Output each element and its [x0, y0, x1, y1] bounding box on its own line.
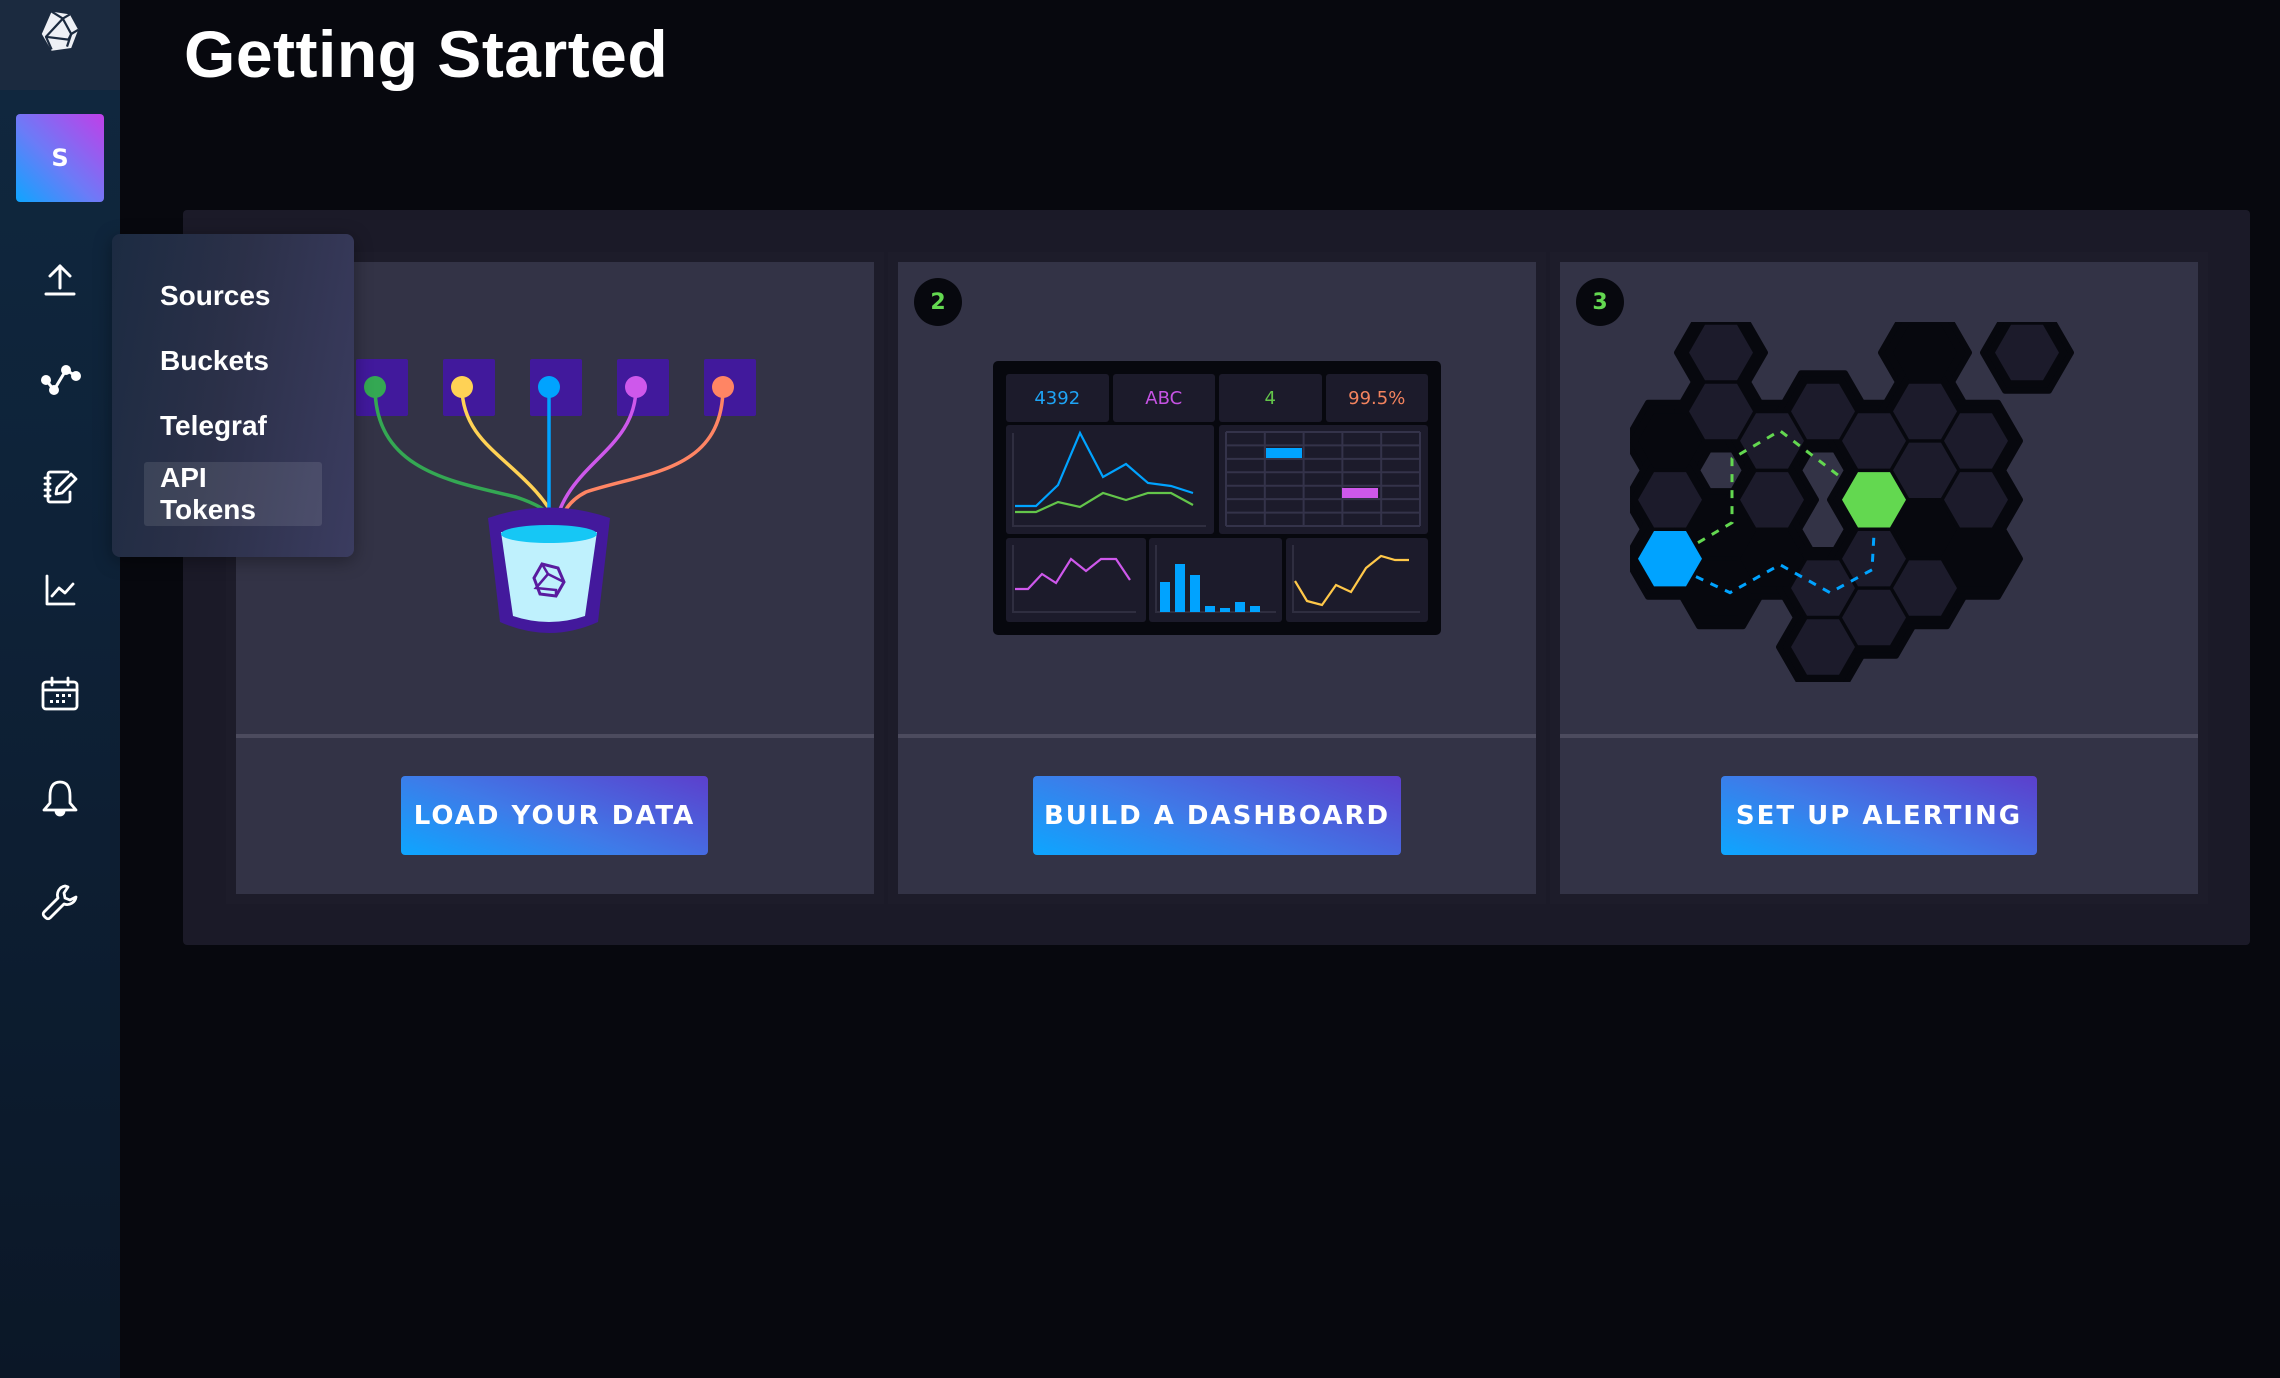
set-up-alerting-button[interactable]: SET UP ALERTING [1721, 776, 2037, 855]
stat-value: 4392 [1034, 387, 1081, 409]
app-root: S Getting Started LOAD YOUR DATA 2 4392 … [0, 0, 2280, 1378]
small-line-graph-panel [1006, 538, 1146, 622]
card-build-dashboard: 2 4392 ABC 4 99.5% BUILD A DASHBOARD [898, 262, 1536, 894]
dashboard-preview-illustration: 4392 ABC 4 99.5% [993, 361, 1441, 635]
org-avatar[interactable]: S [16, 114, 104, 202]
step-badge: 3 [1576, 278, 1624, 326]
stat-value: 4 [1264, 387, 1276, 409]
load-your-data-button[interactable]: LOAD YOUR DATA [401, 776, 708, 855]
bucket-icon [488, 507, 610, 633]
menu-item-telegraf[interactable]: Telegraf [144, 394, 283, 458]
graph-nodes-icon [41, 365, 81, 395]
yellow-line-graph-panel [1286, 538, 1428, 622]
nav-load-data[interactable] [30, 248, 90, 308]
card-divider [898, 734, 1536, 738]
line-chart-icon [45, 574, 76, 606]
nav-data-explorer[interactable] [30, 352, 90, 412]
menu-item-api-tokens[interactable]: API Tokens [144, 462, 322, 526]
stat-cell: ABC [1112, 374, 1215, 422]
line-graph-panel [1006, 425, 1214, 534]
stat-value: ABC [1145, 387, 1183, 409]
influx-cube-logo-icon [41, 10, 79, 51]
calendar-icon [41, 676, 79, 711]
avatar-initial: S [51, 144, 69, 172]
upload-icon [44, 264, 76, 296]
sidebar: S [0, 0, 120, 1378]
bucket-data-sources-illustration [356, 359, 756, 633]
stat-cell: 99.5% [1325, 374, 1428, 422]
step-badge: 2 [914, 278, 962, 326]
nav-dashboards[interactable] [30, 560, 90, 620]
menu-item-buckets[interactable]: Buckets [144, 329, 285, 393]
menu-item-sources[interactable]: Sources [144, 264, 287, 328]
notebook-pencil-icon [43, 470, 78, 504]
wrench-icon [41, 884, 78, 921]
nav-tasks[interactable] [30, 664, 90, 724]
bell-icon [42, 780, 78, 817]
stat-value: 99.5% [1348, 387, 1406, 409]
hexagon-alert-illustration [1630, 322, 2074, 682]
build-a-dashboard-button[interactable]: BUILD A DASHBOARD [1033, 776, 1401, 855]
card-set-up-alerting: 3 SET UP ALERTING [1560, 262, 2198, 894]
nav-notebooks[interactable] [30, 456, 90, 516]
load-data-menu: Sources Buckets Telegraf API Tokens [112, 234, 354, 557]
page-title: Getting Started [184, 17, 669, 91]
logo[interactable] [0, 0, 120, 90]
stat-cell: 4 [1219, 374, 1322, 422]
stat-cell: 4392 [1006, 374, 1109, 422]
table-panel [1219, 425, 1428, 534]
nav-alerts[interactable] [30, 768, 90, 828]
card-divider [236, 734, 874, 738]
card-divider [1560, 734, 2198, 738]
bar-chart-panel [1149, 538, 1282, 622]
nav-settings[interactable] [30, 872, 90, 932]
